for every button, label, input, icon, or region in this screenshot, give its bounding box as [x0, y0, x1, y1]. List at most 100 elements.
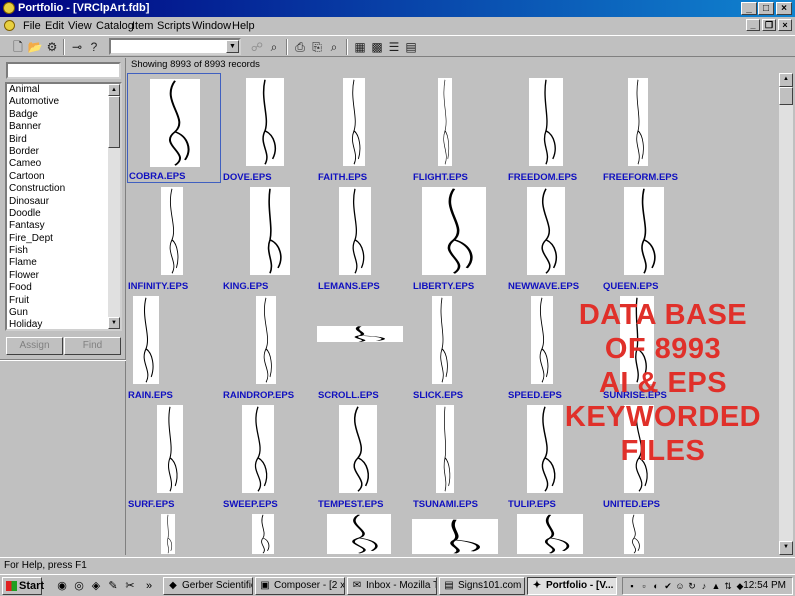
clipart-thumbnail[interactable] [436, 405, 454, 493]
menu-help[interactable]: Help [232, 19, 255, 33]
keyword-item[interactable]: Gun [7, 307, 120, 319]
task-inbox[interactable]: ✉ Inbox - Mozilla T... [347, 577, 437, 595]
clipart-thumbnail[interactable] [624, 514, 644, 554]
thumbnail-cell[interactable]: COBRA.EPS [127, 73, 221, 183]
clipart-thumbnail[interactable] [517, 514, 583, 554]
thumbnail-cell[interactable]: LIBERTY.EPS [412, 182, 506, 292]
start-button[interactable]: Start [2, 577, 44, 595]
clipart-thumbnail[interactable] [242, 405, 274, 493]
tool-icon[interactable]: ✂ [123, 579, 137, 593]
thumbnail-cell[interactable]: RAIN.EPS [127, 291, 221, 401]
clipart-thumbnail[interactable] [412, 519, 498, 554]
clipart-thumbnail[interactable] [161, 187, 183, 275]
more-chevron-icon[interactable]: » [142, 579, 156, 593]
keyword-item[interactable]: Flame [7, 257, 120, 269]
firefox-icon[interactable]: ◉ [55, 579, 69, 593]
thumbnail-cell[interactable]: FREEDOM.EPS [507, 73, 601, 183]
minimize-button[interactable]: _ [741, 2, 757, 15]
clipart-thumbnail[interactable] [529, 78, 563, 166]
tray-icon-volume[interactable]: ♪ [698, 580, 710, 592]
doc-minimize-button[interactable]: _ [746, 19, 760, 31]
catalog-icon[interactable]: ⚙ [44, 39, 60, 55]
keyword-item[interactable]: Automotive [7, 96, 120, 108]
keyword-list-scrollbar[interactable]: ▲ ▼ [108, 84, 120, 329]
scroll-up-icon[interactable]: ▲ [779, 73, 793, 87]
thumbnail-cell[interactable]: SURF.EPS [127, 400, 221, 510]
keyword-item[interactable]: Animal [7, 84, 120, 96]
gallery-scrollbar[interactable]: ▲ ▼ [779, 73, 793, 555]
clipart-thumbnail[interactable] [527, 187, 565, 275]
chevron-down-icon[interactable]: ▼ [226, 40, 239, 53]
keyword-item[interactable]: Holiday [7, 319, 120, 329]
clipart-thumbnail[interactable] [343, 78, 365, 166]
new-icon[interactable]: 🗋 [10, 39, 26, 55]
tray-icon-network[interactable]: ▪ [626, 580, 638, 592]
tray-icon-security[interactable]: ✔ [662, 580, 674, 592]
help-icon[interactable]: ? [86, 39, 102, 55]
print-icon[interactable]: ⎙ [292, 39, 308, 55]
menu-item[interactable]: Item [132, 19, 153, 33]
menu-file[interactable]: File [23, 19, 41, 33]
clipart-thumbnail[interactable] [317, 326, 403, 342]
thumbnail-cell[interactable]: LEMANS.EPS [317, 182, 411, 292]
thumbnail-cell[interactable]: DOVE.EPS [222, 73, 316, 183]
keyword-item[interactable]: Fruit [7, 295, 120, 307]
thumbnail-cell[interactable] [127, 509, 221, 555]
thumbnail-cell[interactable]: SWEEP.EPS [222, 400, 316, 510]
clipart-thumbnail[interactable] [339, 405, 377, 493]
thumbnail-cell[interactable]: TSUNAMI.EPS [412, 400, 506, 510]
keyword-item[interactable]: Bird [7, 134, 120, 146]
maximize-button[interactable]: □ [758, 2, 774, 15]
find-button[interactable]: Find [64, 337, 121, 355]
clipart-thumbnail[interactable] [161, 514, 175, 554]
clipart-thumbnail[interactable] [252, 514, 274, 554]
thumbnail-cell[interactable] [317, 509, 411, 555]
keyword-list[interactable]: Animal Automotive Badge Banner Bird Border Cam… [5, 82, 122, 331]
task-composer[interactable]: ▣ Composer - [2 x ... [255, 577, 345, 595]
keyword-item[interactable]: Cameo [7, 158, 120, 170]
menu-catalog[interactable]: Catalog [96, 19, 134, 33]
search-combo[interactable]: ▼ [109, 38, 241, 55]
find-icon[interactable]: ⌕ [326, 39, 342, 55]
copy-icon[interactable]: ⎘ [309, 39, 325, 55]
keyword-search-input[interactable] [6, 62, 121, 79]
clipart-thumbnail[interactable] [150, 79, 200, 167]
zoom-icon[interactable]: ⌕ [266, 39, 282, 55]
keyword-item[interactable]: Fantasy [7, 220, 120, 232]
thumbnail-cell[interactable] [222, 509, 316, 555]
doc-close-button[interactable]: × [778, 19, 792, 31]
list-view-icon[interactable]: ☰ [386, 39, 402, 55]
tray-icon-update[interactable]: ↻ [686, 580, 698, 592]
thumbnail-cell[interactable]: FREEFORM.EPS [602, 73, 696, 183]
browser-icon[interactable]: ◎ [72, 579, 86, 593]
thumbnail-cell[interactable]: TEMPEST.EPS [317, 400, 411, 510]
keyword-item[interactable]: Dinosaur [7, 196, 120, 208]
menu-edit[interactable]: Edit [45, 19, 64, 33]
details-view-icon[interactable]: ▤ [403, 39, 419, 55]
task-portfolio[interactable]: ✦ Portfolio - [V... [527, 577, 617, 595]
thumbnail-cell[interactable]: FAITH.EPS [317, 73, 411, 183]
scroll-down-icon[interactable]: ▼ [779, 541, 793, 555]
menu-view[interactable]: View [68, 19, 92, 33]
clipart-thumbnail[interactable] [250, 187, 290, 275]
scrollbar-thumb[interactable] [779, 87, 793, 105]
thumbnail-cell[interactable]: QUEEN.EPS [602, 182, 696, 292]
clipart-thumbnail[interactable] [432, 296, 452, 384]
keyword-item[interactable]: Border [7, 146, 120, 158]
keyword-item[interactable]: Banner [7, 121, 120, 133]
doc-restore-button[interactable]: ❐ [762, 19, 776, 31]
document-icon[interactable] [4, 20, 15, 31]
portfolio-app-icon[interactable] [3, 2, 15, 14]
tray-icon-sync[interactable]: ⇅ [722, 580, 734, 592]
thumbnail-cell[interactable]: FLIGHT.EPS [412, 73, 506, 183]
edit-icon[interactable]: ✎ [106, 579, 120, 593]
app-icon[interactable]: ◈ [89, 579, 103, 593]
thumbnail-cell[interactable]: KING.EPS [222, 182, 316, 292]
thumbnail-cell[interactable]: NEWWAVE.EPS [507, 182, 601, 292]
thumbnail-cell[interactable] [507, 509, 601, 555]
tray-icon-alert[interactable]: ▲ [710, 580, 722, 592]
tray-icon-display[interactable]: ▫ [638, 580, 650, 592]
clipart-thumbnail[interactable] [624, 187, 664, 275]
thumbnail-cell[interactable] [602, 509, 696, 555]
thumbnail-cell[interactable] [412, 509, 506, 555]
